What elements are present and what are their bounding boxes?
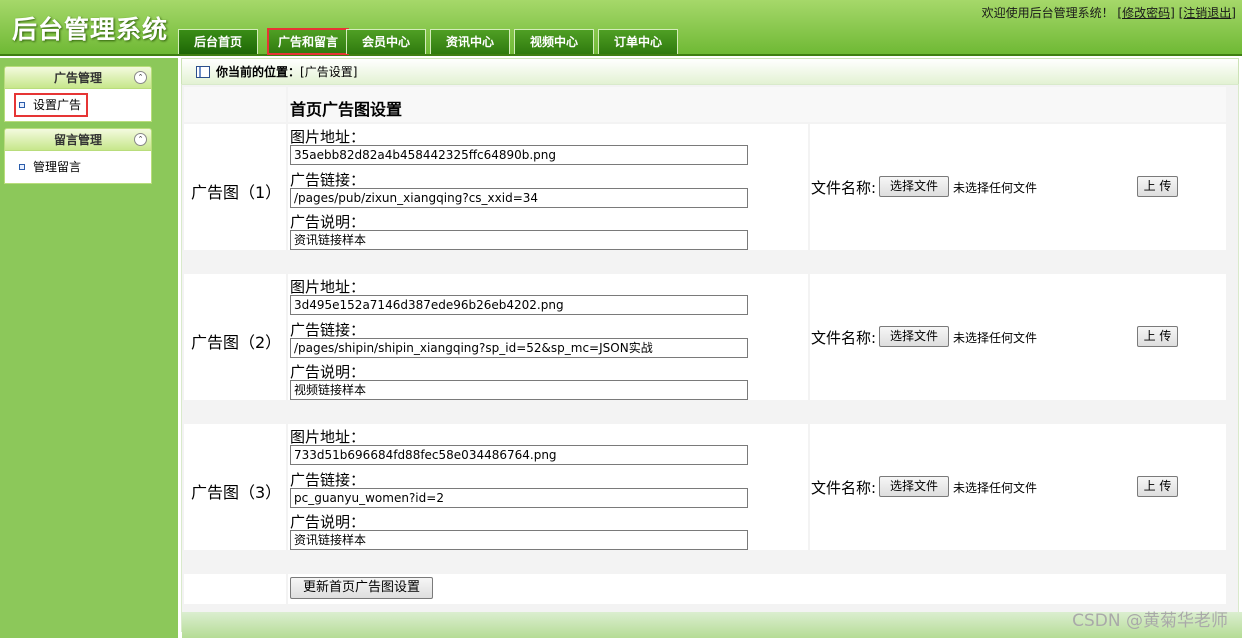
- update-ads-button[interactable]: 更新首页广告图设置: [290, 577, 433, 599]
- ad-link-label: 广告链接：: [290, 321, 366, 339]
- collapse-icon[interactable]: ⌃: [134, 71, 147, 84]
- sidebar-section-title: 留言管理: [53, 133, 102, 147]
- ad-label: 广告图（2）: [191, 333, 282, 352]
- main-content: 你当前的位置：[广告设置] 首页广告图设置 广告图（1） 图片地址： 35aeb…: [178, 58, 1242, 638]
- sidebar-item-label: 设置广告: [33, 98, 82, 112]
- ad-link-input[interactable]: pc_guanyu_women?id=2: [290, 488, 748, 508]
- choose-file-button[interactable]: 选择文件: [879, 326, 949, 347]
- submit-label-cell: [184, 574, 286, 604]
- tab-videos[interactable]: 视频中心: [514, 29, 594, 54]
- ad-upload-cell: 文件名称: 选择文件 未选择任何文件 上 传: [810, 274, 1226, 400]
- ad-desc-input[interactable]: 视频链接样本: [290, 380, 748, 400]
- header: 后台管理系统 欢迎使用后台管理系统！ [修改密码] [注销退出] 后台首页 广告…: [0, 0, 1242, 56]
- tab-members[interactable]: 会员中心: [346, 29, 426, 54]
- choose-file-button[interactable]: 选择文件: [879, 476, 949, 497]
- ad-link-input[interactable]: /pages/pub/zixun_xiangqing?cs_xxid=34: [290, 188, 748, 208]
- logout-link[interactable]: [注销退出]: [1179, 6, 1236, 20]
- no-file-text: 未选择任何文件: [953, 481, 1038, 495]
- tab-news[interactable]: 资讯中心: [430, 29, 510, 54]
- upload-button[interactable]: 上 传: [1137, 176, 1178, 197]
- sidebar-item-set-ads[interactable]: 设置广告: [13, 93, 89, 117]
- no-file-text: 未选择任何文件: [953, 181, 1038, 195]
- image-url-label: 图片地址：: [290, 278, 366, 296]
- file-name-label: 文件名称:: [811, 329, 877, 347]
- tab-orders[interactable]: 订单中心: [598, 29, 678, 54]
- file-name-label: 文件名称:: [811, 479, 877, 497]
- ad-label-cell: 广告图（3）: [184, 424, 286, 550]
- sidebar-section-ads[interactable]: 广告管理 ⌃: [4, 66, 152, 89]
- change-password-link[interactable]: [修改密码]: [1117, 6, 1174, 20]
- form-title: 首页广告图设置: [290, 100, 403, 119]
- ad-label-cell: 广告图（2）: [184, 274, 286, 400]
- breadcrumb-prefix: 你当前的位置：: [216, 65, 301, 79]
- choose-file-button[interactable]: 选择文件: [879, 176, 949, 197]
- sidebar-section-ads-body: 设置广告: [4, 89, 152, 122]
- ad-desc-input[interactable]: 资讯链接样本: [290, 230, 748, 250]
- header-cell: 首页广告图设置: [288, 87, 1226, 122]
- ad-link-label: 广告链接：: [290, 471, 366, 489]
- ad-fields-cell: 图片地址： 733d51b696684fd88fec58e034486764.p…: [288, 424, 808, 550]
- sidebar-section-title: 广告管理: [53, 71, 102, 85]
- ad-label-cell: 广告图（1）: [184, 124, 286, 250]
- app-logo: 后台管理系统: [12, 15, 169, 44]
- ad-fields-cell: 图片地址： 35aebb82d82a4b458442325ffc64890b.p…: [288, 124, 808, 250]
- row-spacer: [184, 252, 1226, 272]
- no-file-text: 未选择任何文件: [953, 331, 1038, 345]
- submit-cell: 更新首页广告图设置: [288, 574, 1226, 604]
- tab-home[interactable]: 后台首页: [178, 29, 258, 54]
- bullet-icon: [19, 102, 25, 108]
- ad-fields-cell: 图片地址： 3d495e152a7146d387ede96b26eb4202.p…: [288, 274, 808, 400]
- collapse-icon[interactable]: ⌃: [134, 133, 147, 146]
- image-url-label: 图片地址：: [290, 128, 366, 146]
- file-name-label: 文件名称:: [811, 179, 877, 197]
- ad-desc-input[interactable]: 资讯链接样本: [290, 530, 748, 550]
- image-url-input[interactable]: 733d51b696684fd88fec58e034486764.png: [290, 445, 748, 465]
- image-url-input[interactable]: 35aebb82d82a4b458442325ffc64890b.png: [290, 145, 748, 165]
- sidebar-item-manage-messages[interactable]: 管理留言: [15, 156, 87, 178]
- ad-upload-cell: 文件名称: 选择文件 未选择任何文件 上 传: [810, 124, 1226, 250]
- header-cell-empty: [184, 87, 286, 122]
- sidebar-section-messages[interactable]: 留言管理 ⌃: [4, 128, 152, 151]
- ad-desc-label: 广告说明：: [290, 213, 366, 231]
- ad-link-label: 广告链接：: [290, 171, 366, 189]
- image-url-input[interactable]: 3d495e152a7146d387ede96b26eb4202.png: [290, 295, 748, 315]
- tab-ads-messages[interactable]: 广告和留言: [267, 28, 349, 55]
- sidebar-item-label: 管理留言: [33, 160, 82, 174]
- ad-upload-cell: 文件名称: 选择文件 未选择任何文件 上 传: [810, 424, 1226, 550]
- welcome-bar: 欢迎使用后台管理系统！ [修改密码] [注销退出]: [982, 4, 1236, 21]
- ad-link-input[interactable]: /pages/shipin/shipin_xiangqing?sp_id=52&…: [290, 338, 748, 358]
- breadcrumb-current: [广告设置]: [300, 65, 358, 79]
- ad-desc-label: 广告说明：: [290, 363, 366, 381]
- welcome-text: 欢迎使用后台管理系统！: [981, 6, 1114, 20]
- row-spacer: [184, 552, 1226, 572]
- ad-label: 广告图（1）: [191, 183, 282, 202]
- upload-button[interactable]: 上 传: [1137, 476, 1178, 497]
- bullet-icon: [19, 164, 25, 170]
- breadcrumb: 你当前的位置：[广告设置]: [181, 58, 1239, 84]
- window-icon: [196, 66, 210, 78]
- ad-label: 广告图（3）: [191, 483, 282, 502]
- ad-desc-label: 广告说明：: [290, 513, 366, 531]
- upload-button[interactable]: 上 传: [1137, 326, 1178, 347]
- sidebar: 广告管理 ⌃ 设置广告 留言管理 ⌃ 管理留言: [0, 58, 178, 638]
- ad-settings-table: 首页广告图设置 广告图（1） 图片地址： 35aebb82d82a4b45844…: [181, 84, 1239, 632]
- watermark: CSDN @黄菊华老师: [1072, 611, 1228, 631]
- image-url-label: 图片地址：: [290, 428, 366, 446]
- row-spacer: [184, 402, 1226, 422]
- sidebar-section-messages-body: 管理留言: [4, 151, 152, 184]
